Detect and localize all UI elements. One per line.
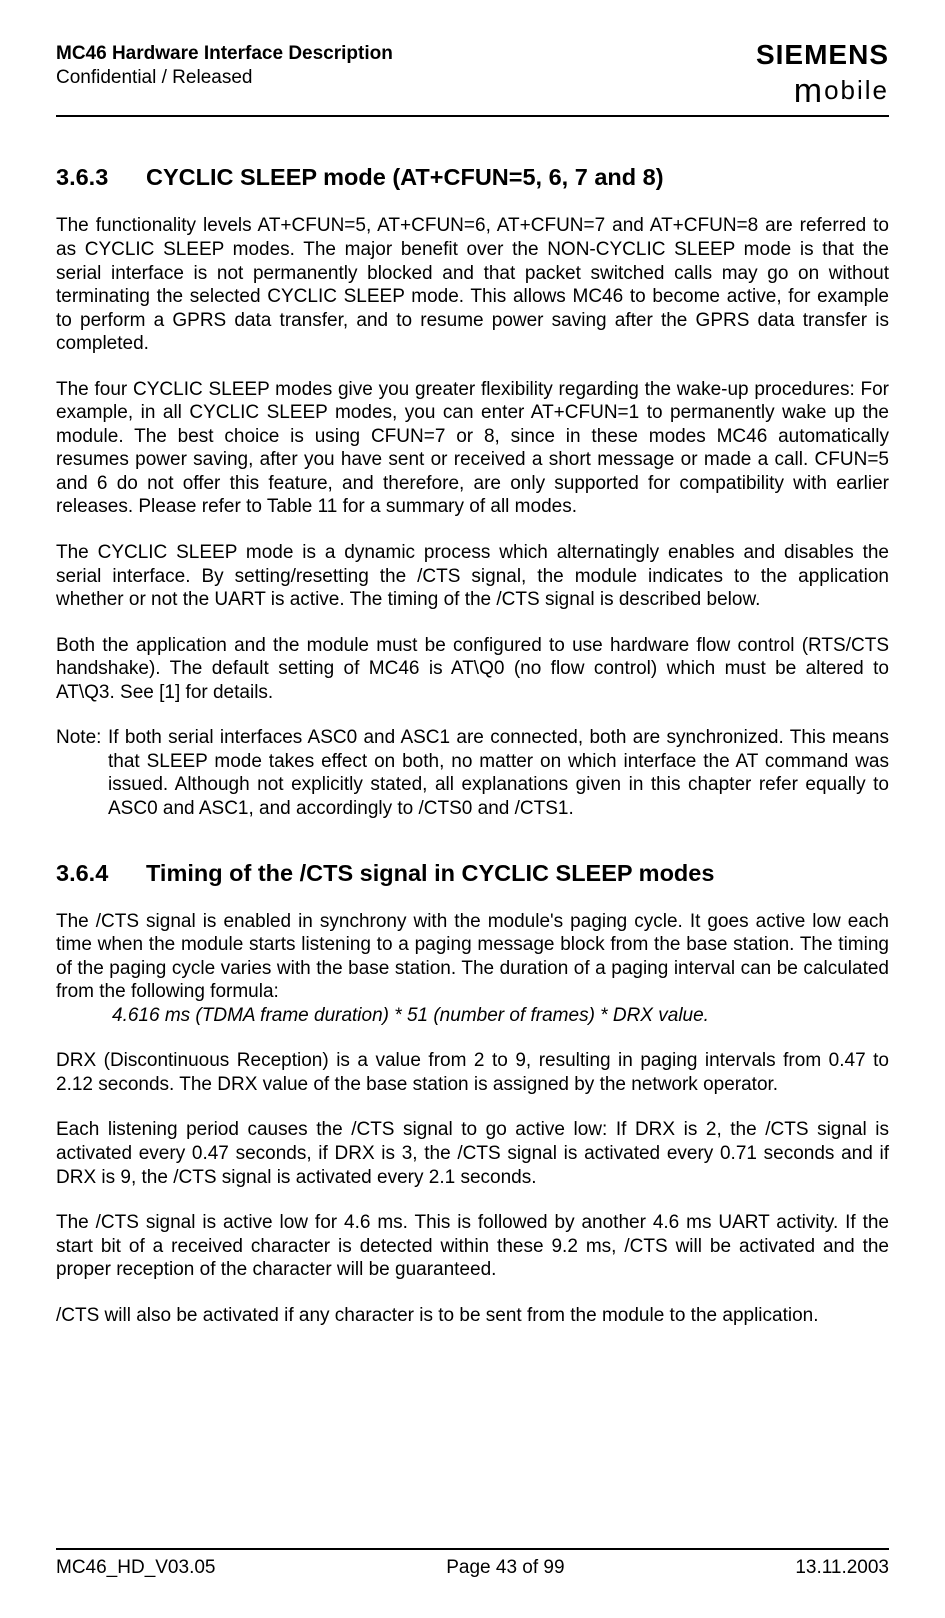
- note-label: Note:: [56, 726, 108, 820]
- note-block: Note: If both serial interfaces ASC0 and…: [56, 726, 889, 820]
- body-paragraph: The /CTS signal is active low for 4.6 ms…: [56, 1211, 889, 1282]
- footer-doc-id: MC46_HD_V03.05: [56, 1556, 215, 1580]
- footer-date: 13.11.2003: [795, 1556, 889, 1580]
- section-number: 3.6.4: [56, 859, 146, 888]
- logo-mobile-m: m: [794, 70, 824, 112]
- body-paragraph: The four CYCLIC SLEEP modes give you gre…: [56, 378, 889, 519]
- body-paragraph: The /CTS signal is enabled in synchrony …: [56, 910, 889, 1004]
- body-paragraph: The CYCLIC SLEEP mode is a dynamic proce…: [56, 541, 889, 612]
- logo-mobile-rest: obile: [824, 75, 889, 105]
- note-body: If both serial interfaces ASC0 and ASC1 …: [108, 726, 889, 820]
- body-paragraph: Both the application and the module must…: [56, 634, 889, 705]
- formula-text: 4.616 ms (TDMA frame duration) * 51 (num…: [112, 1004, 889, 1028]
- logo-mobile-text: mobile: [756, 67, 889, 109]
- doc-title: MC46 Hardware Interface Description: [56, 42, 393, 66]
- section-title: CYCLIC SLEEP mode (AT+CFUN=5, 6, 7 and 8…: [146, 164, 664, 190]
- section-number: 3.6.3: [56, 163, 146, 192]
- doc-confidentiality: Confidential / Released: [56, 66, 393, 90]
- body-paragraph: DRX (Discontinuous Reception) is a value…: [56, 1049, 889, 1096]
- page-header: MC46 Hardware Interface Description Conf…: [56, 42, 889, 117]
- section-heading-363: 3.6.3CYCLIC SLEEP mode (AT+CFUN=5, 6, 7 …: [56, 163, 889, 192]
- section-heading-364: 3.6.4Timing of the /CTS signal in CYCLIC…: [56, 859, 889, 888]
- siemens-mobile-logo: SIEMENS mobile: [756, 42, 889, 109]
- logo-siemens-text: SIEMENS: [756, 42, 889, 67]
- body-paragraph: The functionality levels AT+CFUN=5, AT+C…: [56, 214, 889, 355]
- body-paragraph: Each listening period causes the /CTS si…: [56, 1118, 889, 1189]
- footer-page-number: Page 43 of 99: [446, 1556, 564, 1580]
- header-left: MC46 Hardware Interface Description Conf…: [56, 42, 393, 90]
- page-footer: MC46_HD_V03.05 Page 43 of 99 13.11.2003: [56, 1548, 889, 1580]
- body-paragraph: /CTS will also be activated if any chara…: [56, 1304, 889, 1328]
- section-title: Timing of the /CTS signal in CYCLIC SLEE…: [146, 860, 714, 886]
